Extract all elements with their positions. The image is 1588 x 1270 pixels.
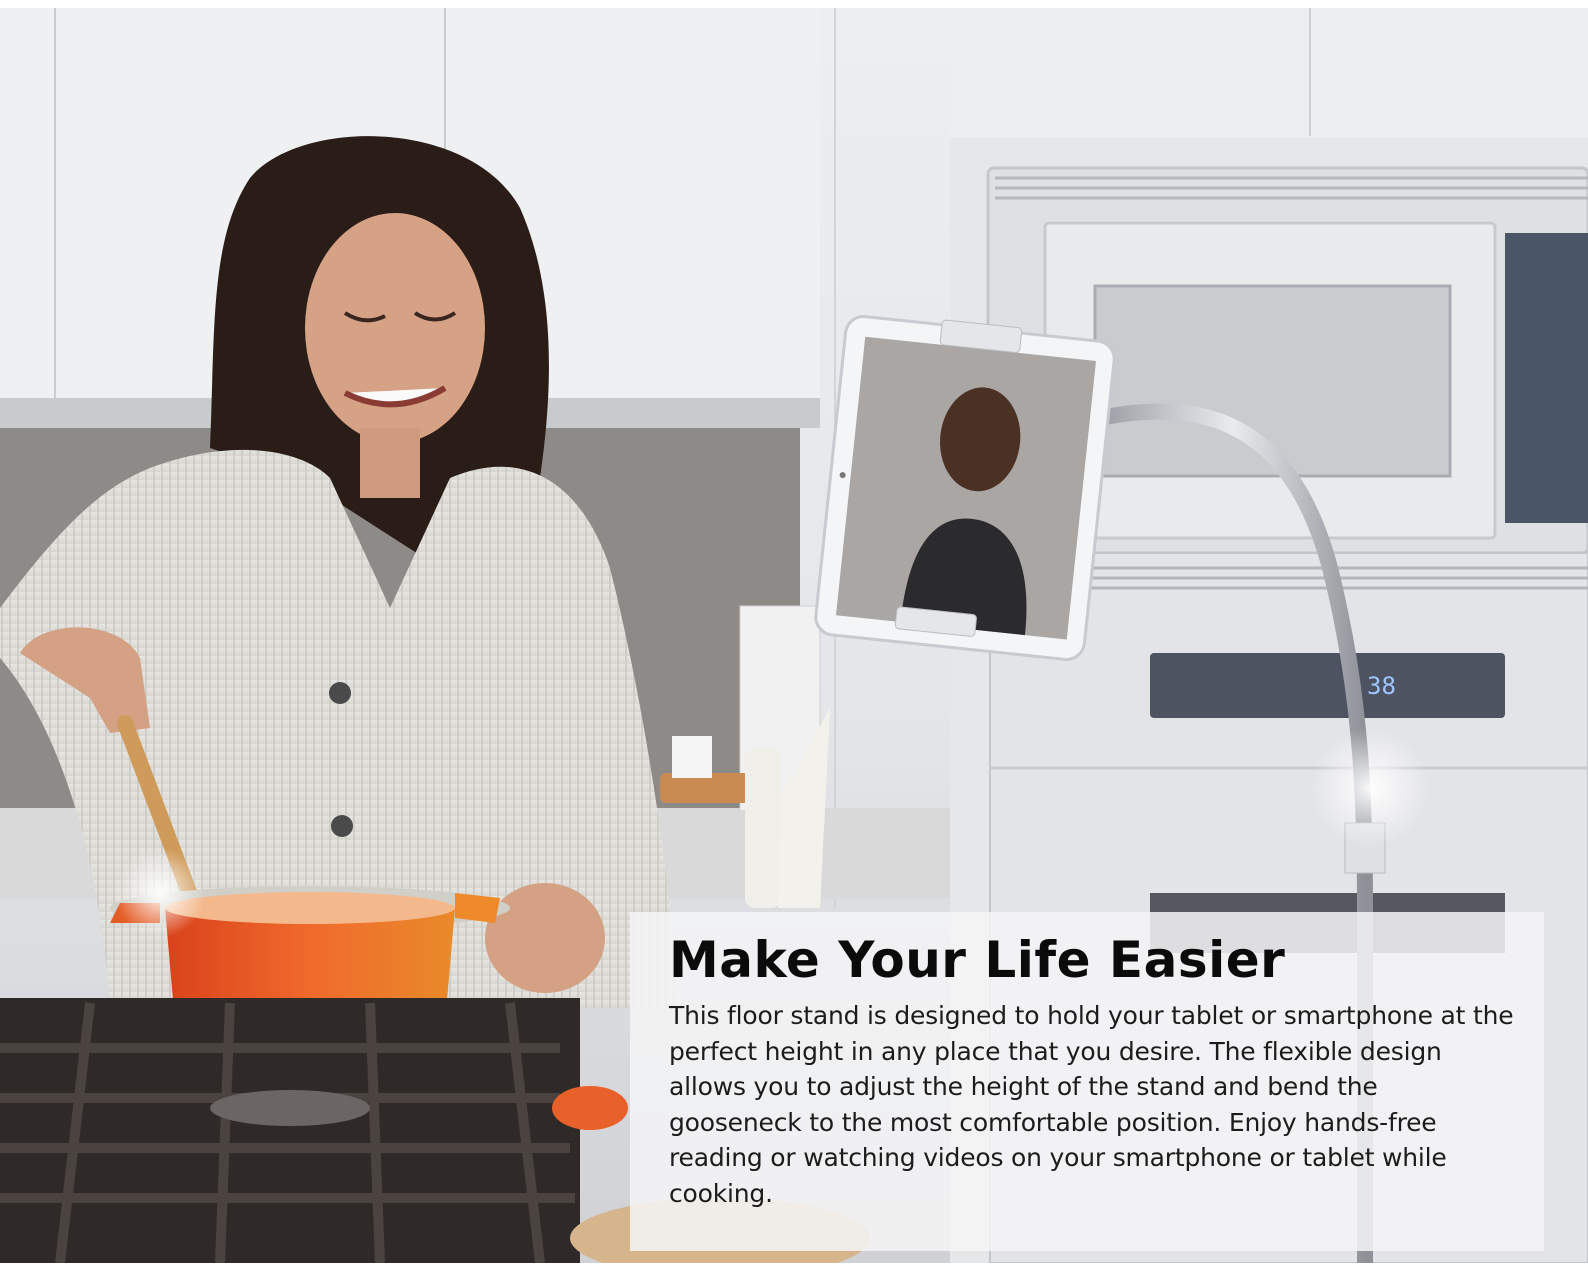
tablet-device (814, 315, 1116, 661)
oven-display-readout: 38 (1367, 672, 1396, 700)
promo-text-panel: Make Your Life Easier This floor stand i… (630, 912, 1544, 1251)
woman-face (305, 213, 485, 443)
stove-grates (0, 998, 580, 1263)
headline: Make Your Life Easier (669, 931, 1286, 989)
description-paragraph: This floor stand is designed to hold you… (669, 1001, 1514, 1208)
